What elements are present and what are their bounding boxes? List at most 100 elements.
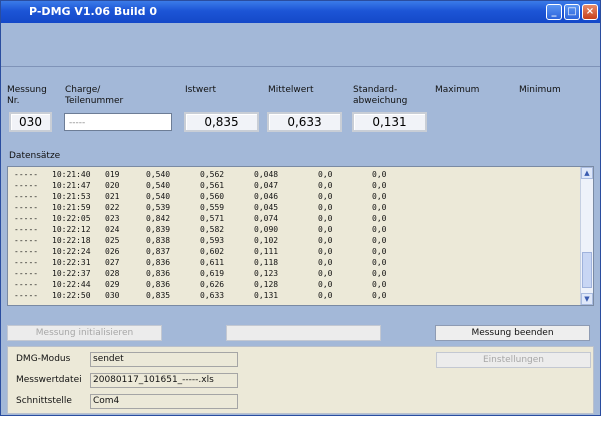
app-window: P-DMG V1.06 Build 0 _ □ × Messung Nr. Ch…: [0, 0, 601, 416]
log-cell: 0,0: [318, 203, 333, 212]
log-row: ----- 10:21:59 022 0,539 0,559 0,045 0,0 0,0: [14, 202, 574, 213]
log-cell: -----: [14, 192, 39, 201]
log-cell: 0,131: [254, 291, 279, 300]
log-cell: 0,0: [372, 203, 387, 212]
log-cell: 0,561: [200, 181, 225, 190]
log-row: ----- 10:21:47 020 0,540 0,561 0,047 0,0 0,0: [14, 180, 574, 191]
log-cell: 0,0: [318, 280, 333, 289]
log-cell: 0,090: [254, 225, 279, 234]
log-cell: 10:22:12: [52, 225, 91, 234]
log-cell: 0,128: [254, 280, 279, 289]
log-cell: 026: [105, 247, 120, 256]
einstellungen-button[interactable]: Einstellungen: [436, 352, 591, 368]
title-bar[interactable]: P-DMG V1.06 Build 0 _ □ ×: [1, 1, 600, 23]
dmg-modus-label: DMG-Modus: [16, 354, 71, 364]
log-cell: 0,571: [200, 214, 225, 223]
log-cell: 0,0: [372, 225, 387, 234]
header-divider: [1, 66, 600, 67]
close-button[interactable]: ×: [582, 4, 598, 20]
log-row: ----- 10:22:44 029 0,836 0,626 0,128 0,0 0,0: [14, 279, 574, 290]
log-cell: 025: [105, 236, 120, 245]
charge-input[interactable]: -----: [64, 113, 172, 131]
header-charge: Charge/ Teilenummer: [65, 85, 124, 106]
log-scrollbar[interactable]: ▲ ▼: [580, 167, 593, 305]
datensaetze-label: Datensätze: [9, 151, 61, 161]
datensaetze-log[interactable]: ----- 10:21:40 019 0,540 0,562 0,048 0,0 0,0 ---…: [7, 166, 594, 306]
status-panel: DMG-Modus sendet Messwertdatei 20080117_…: [7, 346, 594, 414]
log-cell: -----: [14, 225, 39, 234]
log-cell: 0,633: [200, 291, 225, 300]
log-cell: 0,0: [372, 236, 387, 245]
log-row: ----- 10:22:12 024 0,839 0,582 0,090 0,0 0,0: [14, 224, 574, 235]
scroll-up-icon[interactable]: ▲: [581, 167, 593, 179]
log-cell: 019: [105, 170, 120, 179]
standardabweichung-field: 0,131: [352, 112, 427, 132]
log-cell: 022: [105, 203, 120, 212]
log-cell: -----: [14, 269, 39, 278]
istwert-field: 0,835: [184, 112, 259, 132]
messung-initialisieren-button[interactable]: Messung initialisieren: [7, 325, 162, 341]
log-cell: 0,118: [254, 258, 279, 267]
log-cell: 0,111: [254, 247, 279, 256]
log-cell: 023: [105, 214, 120, 223]
log-cell: -----: [14, 214, 39, 223]
log-cell: 024: [105, 225, 120, 234]
log-cell: -----: [14, 236, 39, 245]
log-cell: 0,837: [146, 247, 171, 256]
log-cell: 0,0: [318, 181, 333, 190]
scroll-thumb[interactable]: [582, 252, 592, 288]
log-cell: 0,0: [318, 258, 333, 267]
log-cell: 030: [105, 291, 120, 300]
messung-nr-field: 030: [9, 112, 52, 132]
log-cell: -----: [14, 181, 39, 190]
minimize-button[interactable]: _: [546, 4, 562, 20]
log-cell: 0,0: [372, 214, 387, 223]
log-cell: 0,838: [146, 236, 171, 245]
log-cell: 0,0: [318, 291, 333, 300]
messung-beenden-button[interactable]: Messung beenden: [435, 325, 590, 341]
log-cell: 10:21:47: [52, 181, 91, 190]
middle-button[interactable]: [226, 325, 381, 341]
header-messung-nr: Messung Nr.: [7, 85, 47, 106]
log-cell: 021: [105, 192, 120, 201]
log-cell: 0,0: [318, 214, 333, 223]
log-row: ----- 10:22:24 026 0,837 0,602 0,111 0,0 0,0: [14, 246, 574, 257]
log-cell: 0,046: [254, 192, 279, 201]
log-row: ----- 10:22:37 028 0,836 0,619 0,123 0,0 0,0: [14, 268, 574, 279]
log-cell: 0,540: [146, 192, 171, 201]
log-row: ----- 10:22:50 030 0,835 0,633 0,131 0,0 0,0: [14, 290, 574, 301]
header-istwert: Istwert: [185, 85, 216, 95]
log-row: ----- 10:22:05 023 0,842 0,571 0,074 0,0 0,0: [14, 213, 574, 224]
log-cell: 0,562: [200, 170, 225, 179]
log-row: ----- 10:21:53 021 0,540 0,560 0,046 0,0 0,0: [14, 191, 574, 202]
log-row: ----- 10:21:40 019 0,540 0,562 0,048 0,0 0,0: [14, 169, 574, 180]
log-cell: 028: [105, 269, 120, 278]
log-cell: 0,0: [318, 170, 333, 179]
scroll-down-icon[interactable]: ▼: [581, 293, 593, 305]
log-cell: 0,626: [200, 280, 225, 289]
log-cell: 0,835: [146, 291, 171, 300]
log-cell: -----: [14, 280, 39, 289]
log-cell: 0,619: [200, 269, 225, 278]
log-cell: 0,836: [146, 258, 171, 267]
log-cell: 0,047: [254, 181, 279, 190]
log-cell: 0,0: [318, 269, 333, 278]
log-cell: 10:22:50: [52, 291, 91, 300]
mittelwert-field: 0,633: [267, 112, 342, 132]
log-cell: 0,0: [372, 291, 387, 300]
log-cell: 0,593: [200, 236, 225, 245]
log-cell: 0,0: [372, 258, 387, 267]
log-cell: 0,0: [372, 192, 387, 201]
log-cell: 10:21:53: [52, 192, 91, 201]
log-cell: 0,559: [200, 203, 225, 212]
maximize-button[interactable]: □: [564, 4, 580, 20]
log-cell: -----: [14, 203, 39, 212]
log-cell: 0,839: [146, 225, 171, 234]
log-cell: 10:22:18: [52, 236, 91, 245]
log-cell: 0,074: [254, 214, 279, 223]
log-cell: 0,582: [200, 225, 225, 234]
log-cell: 0,0: [318, 192, 333, 201]
log-cell: 0,539: [146, 203, 171, 212]
log-cell: 0,0: [318, 236, 333, 245]
window-title: P-DMG V1.06 Build 0: [29, 5, 157, 18]
